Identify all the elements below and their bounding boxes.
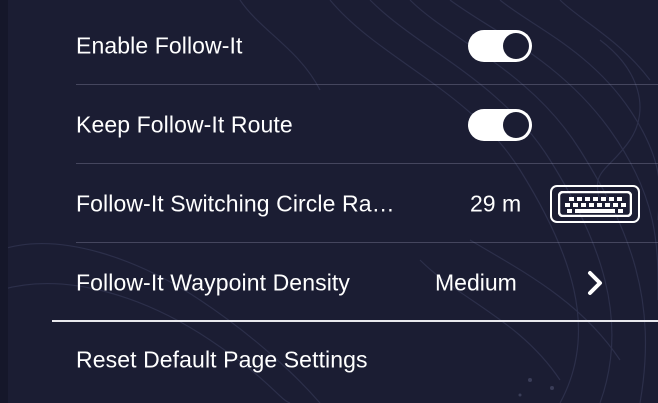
- toggle-knob: [503, 111, 529, 138]
- keep-follow-it-route-toggle[interactable]: [468, 108, 532, 141]
- enable-follow-it-toggle[interactable]: [468, 29, 532, 62]
- setting-row-keep-follow-it-route[interactable]: Keep Follow-It Route: [0, 85, 658, 164]
- setting-row-enable-follow-it[interactable]: Enable Follow-It: [0, 6, 658, 85]
- keyboard-input-button[interactable]: [550, 184, 640, 223]
- chevron-right-icon[interactable]: [585, 268, 607, 298]
- reset-default-page-settings-button[interactable]: Reset Default Page Settings: [0, 322, 658, 398]
- reset-label: Reset Default Page Settings: [76, 346, 368, 373]
- toggle-knob: [503, 32, 529, 59]
- waypoint-density-value: Medium: [435, 269, 517, 295]
- setting-label: Enable Follow-It: [76, 32, 243, 58]
- keyboard-icon: [558, 190, 632, 217]
- setting-row-switching-circle-radius[interactable]: Follow-It Switching Circle Ra… 29 m: [0, 164, 658, 243]
- settings-panel: Enable Follow-It Keep Follow-It Route Fo…: [0, 0, 658, 403]
- setting-label: Follow-It Waypoint Density: [76, 269, 350, 295]
- switching-radius-value: 29 m: [470, 190, 522, 216]
- setting-label: Keep Follow-It Route: [76, 111, 293, 137]
- setting-label: Follow-It Switching Circle Ra…: [76, 190, 395, 216]
- setting-row-waypoint-density[interactable]: Follow-It Waypoint Density Medium: [0, 243, 658, 322]
